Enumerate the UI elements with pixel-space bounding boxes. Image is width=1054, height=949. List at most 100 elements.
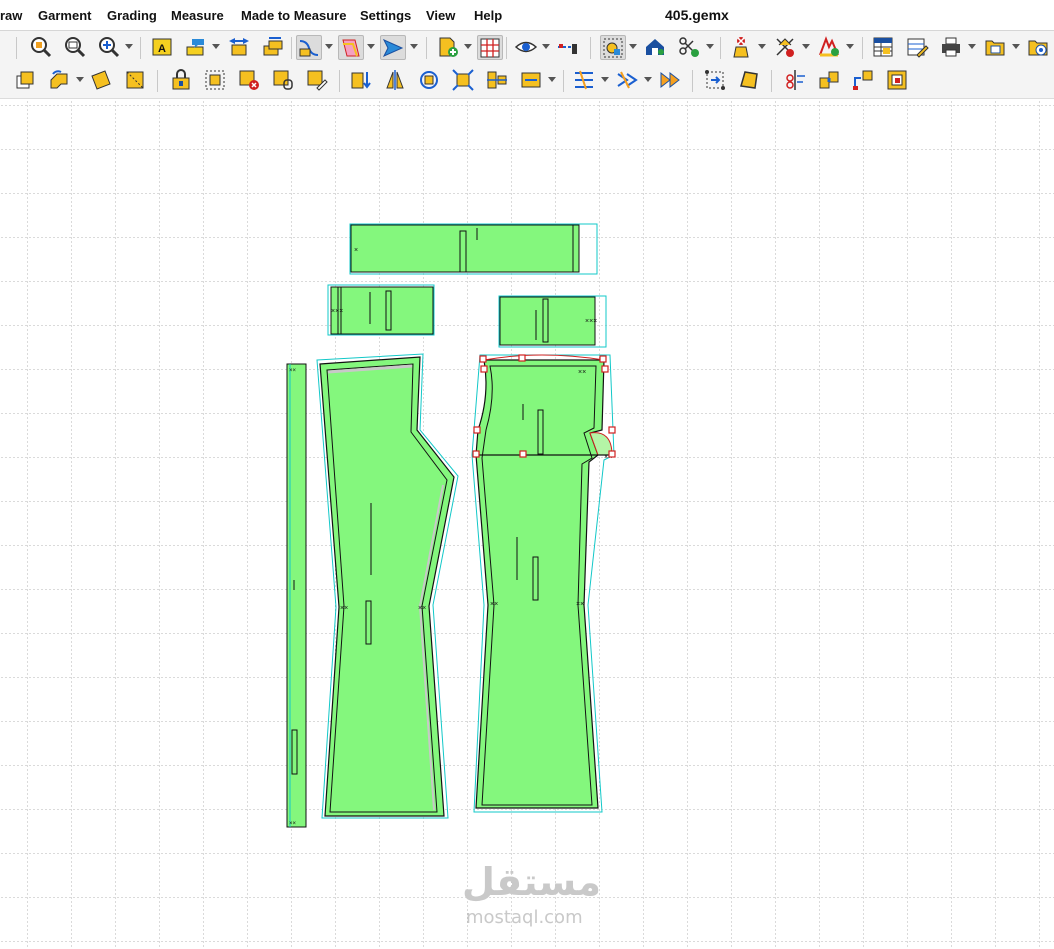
selection-handle[interactable] [473,426,481,434]
split-arrows-icon[interactable] [571,68,597,93]
svg-text:××: ×× [490,601,498,608]
pattern-piece-strip[interactable]: ×× ×× [286,363,307,828]
selection-handle[interactable] [518,354,526,362]
rotate-cw-icon[interactable] [416,68,442,93]
select-piece-icon[interactable] [600,35,626,60]
align-down-icon[interactable] [348,68,374,93]
annotation-icon[interactable] [183,35,209,60]
grade-dropdown-arrow[interactable] [846,44,854,49]
contour-dropdown-arrow[interactable] [367,44,375,49]
edit-piece-icon[interactable] [304,68,330,93]
select-dropdown-arrow[interactable] [629,44,637,49]
delete-piece-icon[interactable] [236,68,262,93]
yellow-shape-icon[interactable] [736,68,762,93]
house-tool-icon[interactable] [642,35,668,60]
zoom-in-icon[interactable] [96,35,122,60]
menu-grading[interactable]: Grading [107,8,157,23]
menu-draw[interactable]: raw [0,8,22,23]
grid-icon[interactable] [477,35,503,60]
frame-tool-icon[interactable] [884,68,910,93]
cut-dropdown-arrow[interactable] [802,44,810,49]
arrow-tool-icon[interactable] [380,35,406,60]
svg-text:×××: ××× [331,308,343,315]
toolbar-separator [426,37,427,59]
toolbar-separator [140,37,141,59]
measure-line-icon[interactable] [555,35,581,60]
zoom-window-icon[interactable] [28,35,54,60]
selection-handle[interactable] [480,365,488,373]
merge-dropdown-arrow[interactable] [644,77,652,82]
svg-text:×××: ××× [585,318,597,325]
fast-forward-icon[interactable] [657,68,683,93]
cut-delete-icon[interactable] [772,35,798,60]
zoom-fit-icon[interactable] [62,35,88,60]
person-dropdown-arrow[interactable] [758,44,766,49]
rotate-dropdown-arrow[interactable] [76,77,84,82]
merge-arrows-icon[interactable] [614,68,640,93]
move-piece-icon[interactable] [226,35,252,60]
copy-piece-icon[interactable] [12,68,38,93]
folder-save-icon[interactable] [982,35,1008,60]
selection-handle[interactable] [519,450,527,458]
toolbar-separator [862,37,863,59]
add-piece-dropdown-arrow[interactable] [464,44,472,49]
preview-icon[interactable] [1025,35,1051,60]
split-dropdown-arrow[interactable] [601,77,609,82]
print-icon[interactable] [938,35,964,60]
table-icon[interactable] [870,35,896,60]
link-piece-icon[interactable] [270,68,296,93]
marker-dropdown-arrow[interactable] [548,77,556,82]
selection-handle[interactable] [601,365,609,373]
arrow-dropdown-arrow[interactable] [410,44,418,49]
zoom-dropdown-arrow[interactable] [125,44,133,49]
scissors-measure-icon[interactable] [782,68,808,93]
selection-handle[interactable] [608,426,616,434]
align-horizontal-icon[interactable] [484,68,510,93]
mirror-piece-icon[interactable] [382,68,408,93]
fit-box-icon[interactable] [450,68,476,93]
text-label-icon[interactable]: A [149,35,175,60]
curve-dropdown-arrow[interactable] [325,44,333,49]
move-point-icon[interactable] [850,68,876,93]
marker-icon[interactable] [518,68,544,93]
rotate-piece-icon[interactable] [46,68,72,93]
menu-garment[interactable]: Garment [38,8,91,23]
curve-tool-icon[interactable] [296,35,322,60]
selection-handle[interactable] [599,355,607,363]
scissors-dropdown-arrow[interactable] [706,44,714,49]
contour-tool-icon[interactable] [338,35,364,60]
lock-piece-icon[interactable] [168,68,194,93]
svg-text:××: ×× [418,605,426,612]
grade-check-icon[interactable] [816,35,842,60]
selection-handle[interactable] [608,450,616,458]
menu-help[interactable]: Help [474,8,502,23]
expand-points-icon[interactable] [702,68,728,93]
selection-handle[interactable] [472,450,480,458]
toolbar-separator [339,70,340,92]
drawing-canvas[interactable]: × ××× ××× ×× ×× ×× ×× ×× ×× ×× ×× [0,99,1054,949]
yellow-diamond-icon[interactable] [122,68,148,93]
print-dropdown-arrow[interactable] [968,44,976,49]
svg-text:××: ×× [578,369,586,376]
folder-dropdown-arrow[interactable] [1012,44,1020,49]
annotation-dropdown-arrow[interactable] [212,44,220,49]
visibility-dropdown-arrow[interactable] [542,44,550,49]
menu-view[interactable]: View [426,8,455,23]
menu-settings[interactable]: Settings [360,8,411,23]
select-box-icon[interactable] [202,68,228,93]
menu-made-to-measure[interactable]: Made to Measure [241,8,346,23]
visibility-icon[interactable] [513,35,539,60]
menu-measure[interactable]: Measure [171,8,224,23]
svg-text:××: ×× [576,601,584,608]
pattern-piece-waistband[interactable]: × [349,223,598,275]
stack-pieces-icon[interactable] [260,35,286,60]
pattern-piece-pocket-left[interactable]: ××× [327,284,435,336]
join-pieces-icon[interactable] [816,68,842,93]
yellow-square-icon[interactable] [88,68,114,93]
selection-handle[interactable] [479,355,487,363]
pattern-piece-pocket-right[interactable]: ××× [498,295,607,348]
person-delete-icon[interactable] [728,35,754,60]
scissors-check-icon[interactable] [676,35,702,60]
add-piece-icon[interactable] [435,35,461,60]
edit-table-icon[interactable] [904,35,930,60]
